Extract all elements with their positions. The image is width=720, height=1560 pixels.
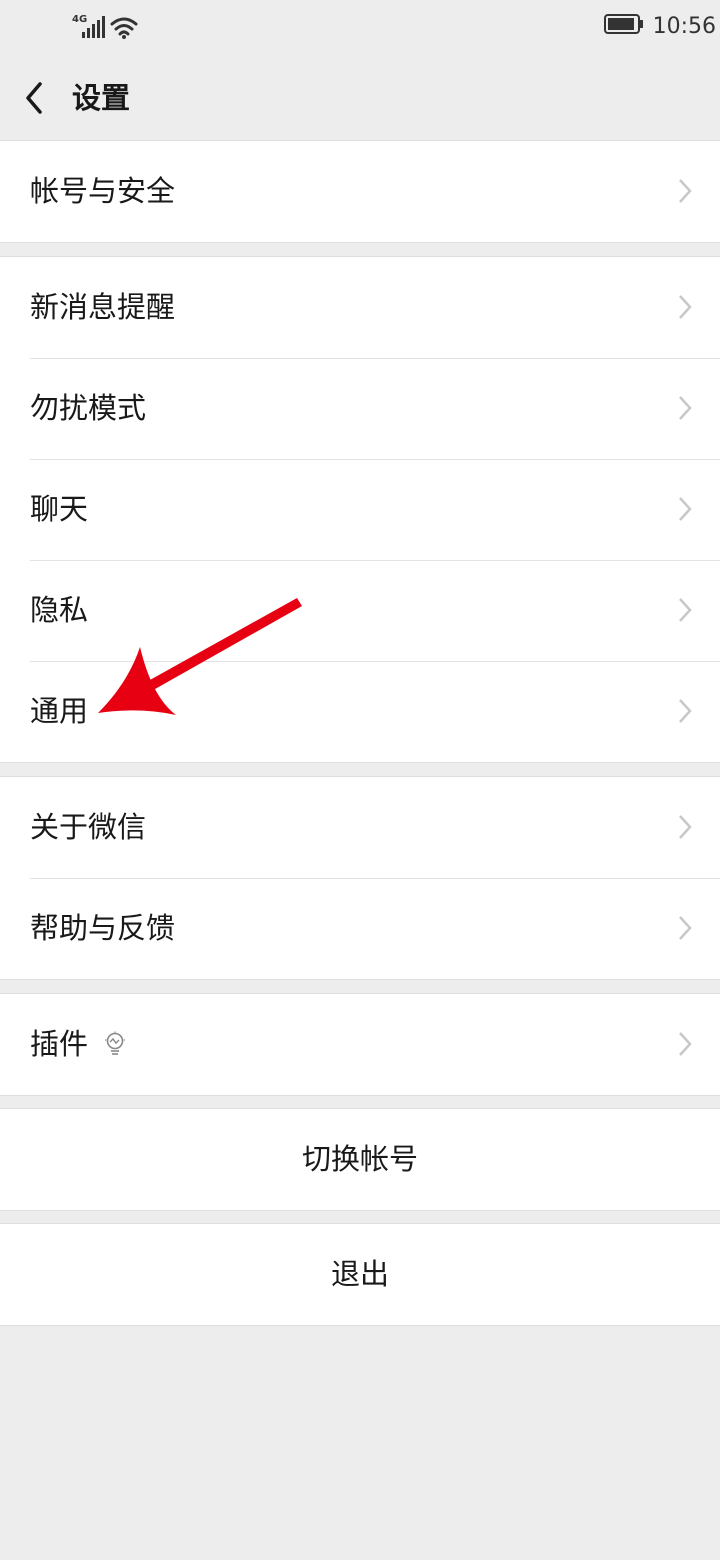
row-label: 关于微信	[30, 810, 147, 844]
chevron-right-icon	[679, 598, 692, 622]
chevron-right-icon	[679, 396, 692, 420]
row-label: 新消息提醒	[30, 290, 176, 324]
settings-row-about-wechat[interactable]: 关于微信	[0, 777, 720, 878]
row-label: 聊天	[30, 492, 89, 526]
status-right: 10:56	[604, 14, 716, 39]
back-arrow-icon[interactable]	[20, 78, 50, 118]
chevron-right-icon	[679, 699, 692, 723]
settings-row-privacy[interactable]: 隐私	[0, 560, 720, 661]
settings-group-plugins: 插件	[0, 993, 720, 1096]
switch-account-label: 切换帐号	[301, 1142, 418, 1176]
switch-account-button[interactable]: 切换帐号	[0, 1109, 720, 1210]
row-label: 勿扰模式	[30, 391, 147, 425]
settings-row-account-security[interactable]: 帐号与安全	[0, 141, 720, 242]
chevron-right-icon	[679, 1032, 692, 1056]
cellular-signal-icon	[82, 16, 105, 38]
logout-label: 退出	[330, 1257, 389, 1291]
settings-group-main: 新消息提醒 勿扰模式 聊天 隐私 通用	[0, 256, 720, 763]
nav-bar: 设置	[0, 56, 720, 140]
chevron-right-icon	[679, 497, 692, 521]
page-title: 设置	[72, 81, 131, 115]
logout-group: 退出	[0, 1223, 720, 1326]
settings-row-help-feedback[interactable]: 帮助与反馈	[0, 878, 720, 979]
settings-group-account: 帐号与安全	[0, 140, 720, 243]
chevron-right-icon	[679, 815, 692, 839]
settings-row-do-not-disturb[interactable]: 勿扰模式	[0, 358, 720, 459]
settings-group-about: 关于微信 帮助与反馈	[0, 776, 720, 980]
battery-icon	[604, 14, 643, 34]
row-label: 隐私	[30, 593, 89, 627]
settings-row-chats[interactable]: 聊天	[0, 459, 720, 560]
wifi-icon	[110, 17, 138, 39]
lightbulb-icon	[105, 1031, 125, 1055]
settings-row-general[interactable]: 通用	[0, 661, 720, 762]
settings-row-new-message-alerts[interactable]: 新消息提醒	[0, 257, 720, 358]
chevron-right-icon	[679, 179, 692, 203]
logout-button[interactable]: 退出	[0, 1224, 720, 1325]
row-label: 帐号与安全	[30, 174, 176, 208]
row-label: 插件	[30, 1027, 89, 1061]
row-label: 通用	[30, 694, 89, 728]
chevron-right-icon	[679, 916, 692, 940]
switch-account-group: 切换帐号	[0, 1108, 720, 1211]
status-bar: 4G 10:56	[0, 0, 720, 56]
status-time: 10:56	[652, 14, 716, 39]
chevron-right-icon	[679, 295, 692, 319]
settings-row-plugins[interactable]: 插件	[0, 994, 720, 1095]
row-label: 帮助与反馈	[30, 911, 176, 945]
